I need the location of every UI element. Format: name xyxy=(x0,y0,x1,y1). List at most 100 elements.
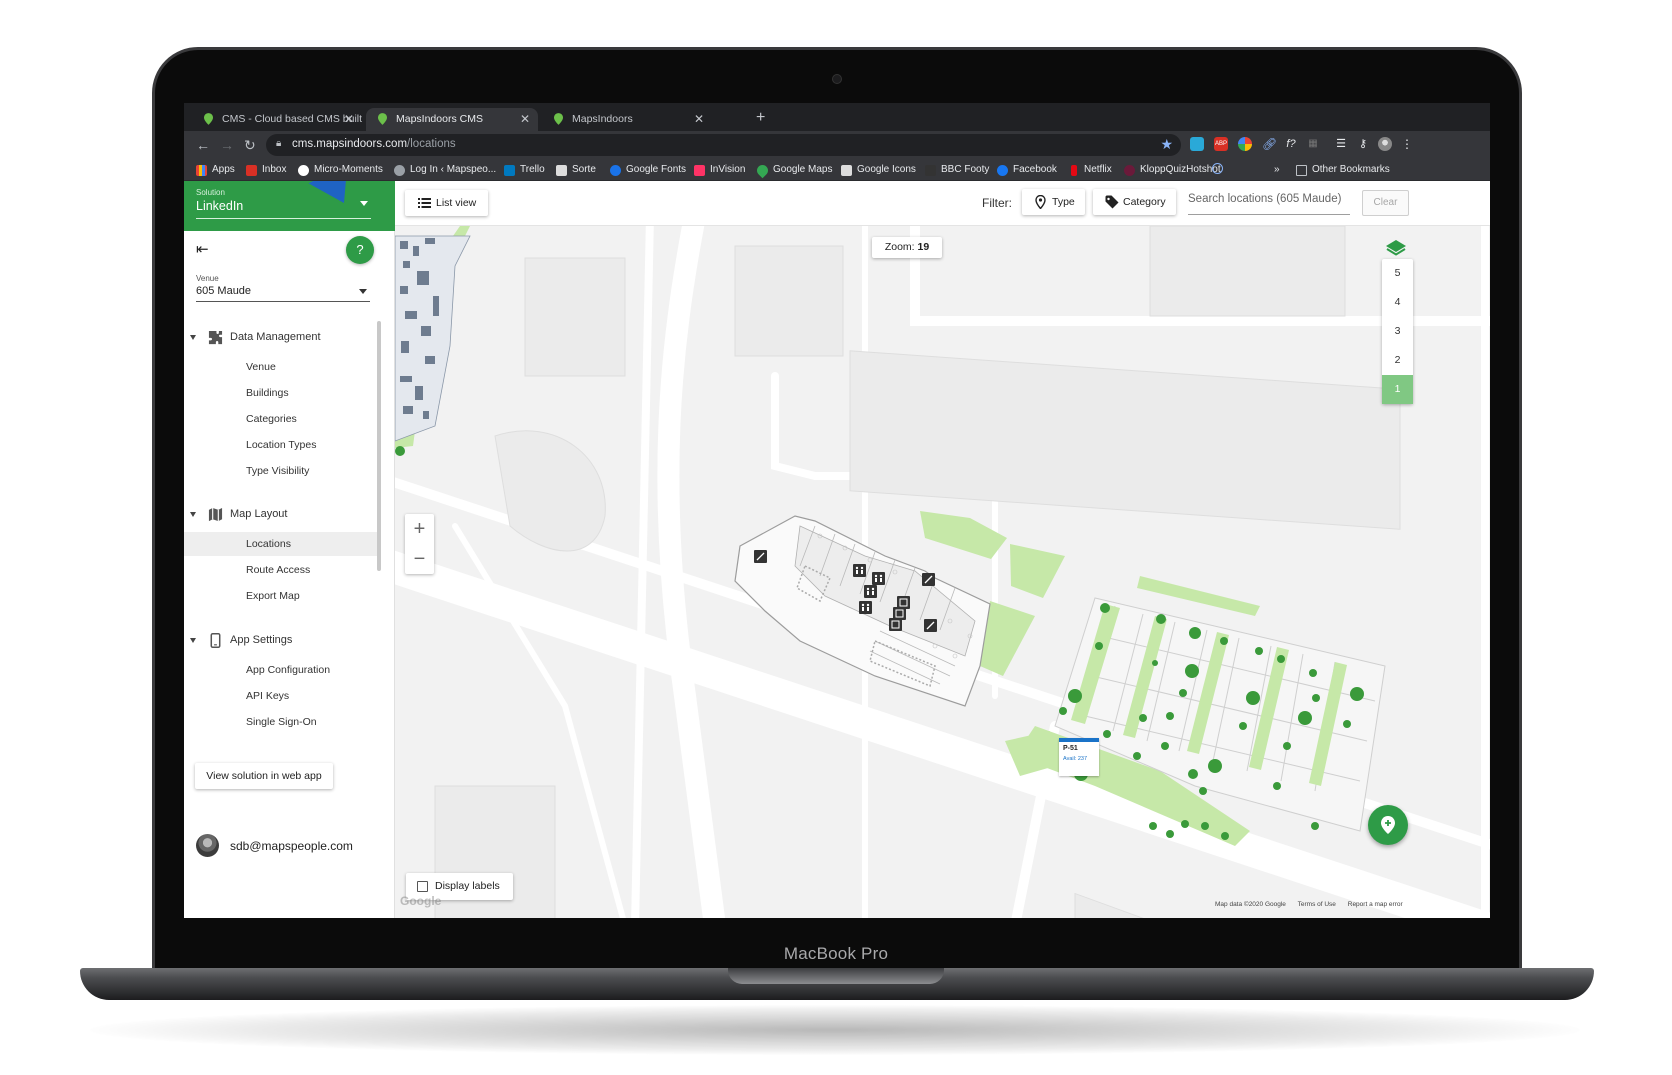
sidebar-item-categories[interactable]: Categories xyxy=(184,407,377,431)
bookmark-log-in[interactable]: Log In ‹ Mapspeo... xyxy=(394,163,496,177)
clear-button[interactable]: Clear xyxy=(1362,190,1409,216)
close-tab-icon[interactable]: ✕ xyxy=(520,108,530,131)
report-error-link[interactable]: Report a map error xyxy=(1348,901,1403,908)
map-pin-icon xyxy=(554,113,563,125)
forward-arrow-icon[interactable]: → xyxy=(220,136,234,154)
bookmark-trello[interactable]: Trello xyxy=(504,163,545,177)
list-view-button[interactable]: List view xyxy=(405,190,488,216)
bookmark-micro-moments[interactable]: Micro-Moments xyxy=(298,163,383,177)
tab-title: CMS - Cloud based CMS built xyxy=(222,113,362,125)
floor-4-button[interactable]: 4 xyxy=(1382,288,1413,317)
floor-3-button[interactable]: 3 xyxy=(1382,317,1413,346)
add-location-button[interactable] xyxy=(1368,805,1408,845)
color-picker-icon[interactable] xyxy=(1238,137,1252,151)
close-tab-icon[interactable]: ✕ xyxy=(344,108,354,131)
sidebar-item-locations[interactable]: Locations xyxy=(184,532,377,556)
zoom-in-button[interactable]: + xyxy=(405,514,434,544)
sidebar-item-buildings[interactable]: Buildings xyxy=(184,381,377,405)
help-icon[interactable]: ? xyxy=(346,236,374,264)
bookmark-label: Netflix xyxy=(1084,164,1112,175)
playlist-icon[interactable]: ☰ xyxy=(1334,137,1348,151)
collapse-sidebar-icon[interactable]: ⇤ xyxy=(196,240,209,258)
bookmark-label: InVision xyxy=(710,164,746,175)
solution-selector[interactable]: Solution LinkedIn xyxy=(184,181,395,231)
venue-select[interactable]: 605 Maude xyxy=(196,285,251,297)
tab-cms[interactable]: CMS - Cloud based CMS built ✕ xyxy=(192,108,362,131)
main-content: List view Filter: Type Category Search l… xyxy=(395,181,1490,918)
bookmark-netflix[interactable]: Netflix xyxy=(1068,163,1112,177)
map-drawing xyxy=(395,226,1490,918)
floor-1-button[interactable]: 1 xyxy=(1382,375,1413,404)
bookmark-google-fonts[interactable]: Google Fonts xyxy=(610,163,686,177)
grid-extension-icon[interactable]: ▦ xyxy=(1306,137,1320,151)
sidebar-scrollbar[interactable] xyxy=(377,321,381,571)
sidebar-item-export-map[interactable]: Export Map xyxy=(184,584,377,608)
back-arrow-icon[interactable]: ← xyxy=(196,136,210,154)
zoom-out-button[interactable]: − xyxy=(405,544,434,574)
sidebar-item-api-keys[interactable]: API Keys xyxy=(184,684,377,708)
floor-2-button[interactable]: 2 xyxy=(1382,346,1413,375)
sidebar-item-single-sign-on[interactable]: Single Sign-On xyxy=(184,710,377,734)
layers-icon[interactable] xyxy=(1385,239,1407,257)
bookmark-sorte[interactable]: Sorte xyxy=(556,163,596,177)
view-in-web-app-button[interactable]: View solution in web app xyxy=(195,763,333,789)
filter-label: Filter: xyxy=(982,196,1012,210)
bookmark-label: Apps xyxy=(212,164,235,175)
section-map-layout[interactable]: Map Layout xyxy=(184,503,377,525)
invision-icon xyxy=(694,165,705,176)
search-input[interactable]: Search locations (605 Maude) xyxy=(1188,193,1350,215)
parking-marker[interactable]: P-51 Avail: 237 xyxy=(1059,738,1099,776)
profile-avatar[interactable] xyxy=(1378,137,1392,151)
extension-screen-icon[interactable] xyxy=(1190,137,1204,151)
url-field[interactable]: 🔒︎ cms.mapsindoors.com/locations ★ xyxy=(266,134,1181,156)
bookmark-star-icon[interactable]: ★ xyxy=(1160,136,1173,153)
sidebar-item-type-visibility[interactable]: Type Visibility xyxy=(184,459,377,483)
chevron-down-icon[interactable] xyxy=(359,289,367,294)
tab-mapsindoors-cms[interactable]: MapsIndoors CMS ✕ xyxy=(366,108,538,131)
floor-5-button[interactable]: 5 xyxy=(1382,259,1413,288)
bookmark-extra[interactable] xyxy=(1212,163,1223,179)
bookmark-invision[interactable]: InVision xyxy=(694,163,745,177)
parking-availability: Avail: 237 xyxy=(1063,756,1088,762)
close-tab-icon[interactable]: ✕ xyxy=(694,108,704,131)
display-labels-checkbox[interactable] xyxy=(417,881,428,892)
type-filter-button[interactable]: Type xyxy=(1022,189,1085,215)
adblock-icon[interactable]: ABP xyxy=(1214,137,1228,151)
zoom-level-indicator: Zoom: 19 xyxy=(872,237,942,258)
new-tab-button[interactable]: + xyxy=(756,108,765,128)
section-data-management[interactable]: Data Management xyxy=(184,326,377,348)
sidebar-item-venue[interactable]: Venue xyxy=(184,355,377,379)
font-identifier-icon[interactable]: f? xyxy=(1284,137,1298,151)
bookmark-facebook[interactable]: Facebook xyxy=(997,163,1057,177)
bookmark-apps[interactable]: Apps xyxy=(196,163,235,177)
avatar[interactable] xyxy=(196,834,219,857)
bookmark-kloppquiz[interactable]: KloppQuizHotshot xyxy=(1124,163,1221,177)
section-app-settings[interactable]: App Settings xyxy=(184,629,377,651)
bookmarks-overflow-button[interactable]: » xyxy=(1274,163,1280,177)
reload-icon[interactable]: ↻ xyxy=(244,136,256,154)
category-filter-button[interactable]: Category xyxy=(1093,189,1176,215)
sidebar-item-location-types[interactable]: Location Types xyxy=(184,433,377,457)
bookmark-google-maps[interactable]: Google Maps xyxy=(754,162,832,179)
netflix-icon xyxy=(1071,165,1077,176)
bookmark-google-icons[interactable]: Google Icons xyxy=(841,163,916,177)
terms-of-use-link[interactable]: Terms of Use xyxy=(1298,901,1336,908)
bookmark-bbc-footy[interactable]: BBC Footy xyxy=(925,163,989,177)
bookmark-label: Inbox xyxy=(262,164,287,175)
facebook-icon xyxy=(997,165,1008,176)
other-bookmarks[interactable]: Other Bookmarks xyxy=(1296,163,1390,177)
link-icon[interactable]: 🔗︎ xyxy=(1262,137,1277,151)
sidebar-item-route-access[interactable]: Route Access xyxy=(184,558,377,582)
bookmark-inbox[interactable]: Inbox xyxy=(246,163,286,177)
puzzle-icon xyxy=(208,330,223,345)
solution-value: LinkedIn xyxy=(196,199,244,213)
map-pin-icon xyxy=(1035,195,1046,209)
sidebar-item-app-configuration[interactable]: App Configuration xyxy=(184,658,377,682)
key-icon[interactable]: ⚷ xyxy=(1356,137,1370,151)
tab-mapsindoors[interactable]: MapsIndoors ✕ xyxy=(542,108,712,131)
map-pin-icon xyxy=(204,113,213,125)
section-label: Map Layout xyxy=(230,508,288,520)
map-canvas[interactable]: Zoom: 19 5 4 3 2 1 + − P-51 Avail: 237 D… xyxy=(395,226,1490,918)
menu-dots-icon[interactable]: ⋮ xyxy=(1400,137,1414,151)
google-logo: Google xyxy=(400,894,442,908)
